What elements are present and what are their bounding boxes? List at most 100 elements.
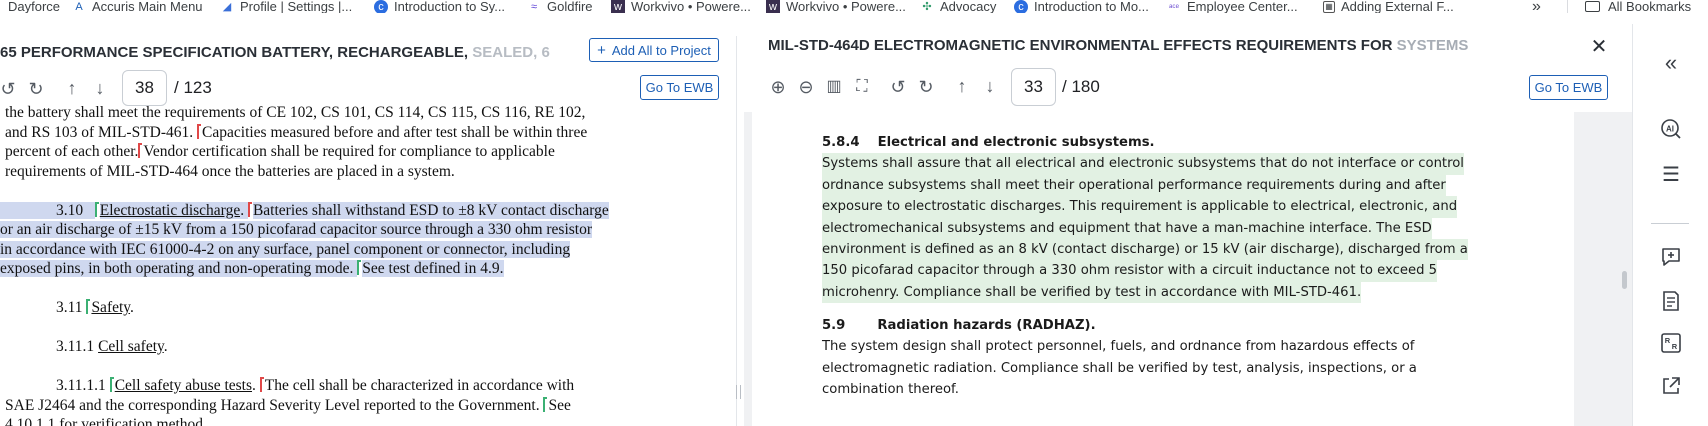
- right-page-input[interactable]: 33: [1011, 68, 1056, 106]
- red-flag-icon[interactable]: [259, 377, 264, 392]
- bookmark-intro-mo[interactable]: c Introduction to Mo...: [1014, 0, 1149, 13]
- bookmark-intro-sy[interactable]: c Introduction to Sy...: [374, 0, 505, 13]
- collapse-panel-icon[interactable]: «: [1653, 50, 1689, 76]
- svg-text:R: R: [1672, 342, 1678, 351]
- rotate-left-icon[interactable]: ↺: [888, 78, 908, 96]
- rotate-left-icon[interactable]: ↺: [0, 80, 18, 98]
- doc-line: combination thereof.: [822, 382, 959, 398]
- add-all-to-project-button[interactable]: + Add All to Project: [589, 38, 719, 62]
- arrow-up-icon[interactable]: ↑: [952, 77, 972, 95]
- doc-text: exposed pins, in both operating and non-…: [0, 260, 358, 277]
- green-flag-icon[interactable]: [94, 201, 99, 217]
- red-flag-icon[interactable]: [138, 143, 143, 158]
- bookmark-employee-center[interactable]: ᵃᶜᵉ Employee Center...: [1167, 0, 1298, 13]
- arrow-down-icon[interactable]: ↓: [980, 77, 1000, 95]
- left-go-to-ewb-button[interactable]: Go To EWB: [640, 75, 719, 100]
- right-scrollbar[interactable]: [1622, 271, 1627, 289]
- document-notes-svg: [1663, 291, 1679, 311]
- zoom-in-icon[interactable]: ⊕: [768, 78, 788, 96]
- accuris-icon: A: [75, 0, 83, 13]
- add-all-label: Add All to Project: [611, 42, 711, 58]
- doc-line: the battery shall meet the requirements …: [5, 104, 586, 121]
- more-bookmarks-icon[interactable]: »: [1532, 0, 1541, 13]
- doc-line: exposed pins, in both operating and non-…: [0, 259, 504, 279]
- red-flag-icon[interactable]: [197, 123, 202, 139]
- green-flag-icon[interactable]: [109, 377, 114, 392]
- left-page-input[interactable]: 38: [122, 70, 167, 106]
- green-flag-icon[interactable]: [357, 260, 362, 275]
- highlighted-line: Systems shall assure that all electrical…: [822, 153, 1464, 175]
- doc-line: electromagnetic radiation. Compliance sh…: [822, 360, 1417, 376]
- bookmark-advocacy[interactable]: ✣ Advocacy: [920, 0, 996, 13]
- section-title: Radiation hazards (RADHAZ).: [877, 318, 1096, 333]
- bookmark-label: Profile | Settings |...: [240, 0, 353, 13]
- bookmark-workvivo-1[interactable]: w Workvivo • Powere...: [611, 0, 751, 13]
- list-icon[interactable]: ☰: [1653, 162, 1689, 188]
- doc-text: or an air discharge of ±15 kV from a 150…: [0, 221, 593, 238]
- close-icon[interactable]: ✕: [1588, 34, 1610, 59]
- doc-text: See: [548, 396, 571, 414]
- document-notes-icon[interactable]: [1653, 290, 1689, 316]
- rotate-right-icon[interactable]: ↻: [26, 80, 46, 98]
- bookmark-workvivo-2[interactable]: w Workvivo • Powere...: [766, 0, 906, 13]
- section-heading[interactable]: Cell safety: [98, 338, 164, 355]
- zoom-out-icon[interactable]: ⊖: [796, 78, 816, 96]
- section-heading[interactable]: Cell safety abuse tests: [115, 377, 252, 394]
- section-number: 3.11: [56, 299, 87, 316]
- right-panel-header: MIL-STD-464D ELECTROMAGNETIC ENVIRONMENT…: [744, 24, 1632, 112]
- bookmark-profile[interactable]: ◢ Profile | Settings |...: [220, 0, 352, 13]
- green-flag-icon[interactable]: [543, 396, 548, 412]
- right-document-page: 5.8.4 Electrical and electronic subsystem…: [752, 112, 1574, 426]
- sidebar-divider: [1651, 223, 1689, 224]
- bookmark-label: Advocacy: [940, 0, 997, 13]
- section-heading: 5.9 Radiation hazards (RADHAZ).: [822, 315, 1096, 336]
- doc-text: percent of each other.: [5, 143, 139, 160]
- doc-line: 3.11.1.1 Cell safety abuse tests. The ce…: [0, 376, 574, 396]
- bookmark-accuris[interactable]: A Accuris Main Menu: [72, 0, 202, 13]
- doc-line: 3.11 Safety.: [0, 298, 134, 318]
- highlighted-line: exposure to electrostatic discharges. Th…: [822, 196, 1458, 218]
- section-heading[interactable]: Electrostatic discharge: [99, 201, 241, 219]
- svg-text:R: R: [1665, 336, 1671, 345]
- doc-text: The cell shall be characterized in accor…: [264, 377, 575, 394]
- red-flag-icon[interactable]: [247, 201, 252, 217]
- export-icon[interactable]: [1653, 375, 1689, 401]
- plus-icon: +: [597, 41, 606, 59]
- section-number: 3.11.1: [56, 338, 99, 355]
- section-number: 3.11.1.1: [56, 377, 110, 394]
- highlighted-line: electromechanical subsystems and equipme…: [822, 217, 1432, 239]
- doc-line: The system design shall protect personne…: [822, 339, 1415, 355]
- green-flag-icon[interactable]: [86, 299, 91, 314]
- rotate-right-icon[interactable]: ↻: [916, 78, 936, 96]
- arrow-up-icon[interactable]: ↑: [62, 79, 82, 97]
- fullscreen-icon[interactable]: ⛶: [852, 78, 872, 96]
- section-heading[interactable]: Safety: [91, 299, 130, 316]
- employee-center-icon: ᵃᶜᵉ: [1169, 1, 1179, 12]
- left-title-faded: SEALED, 6: [468, 44, 550, 61]
- ai-assistant-icon[interactable]: AI: [1653, 118, 1689, 144]
- right-title-text: MIL-STD-464D ELECTROMAGNETIC ENVIRONMENT…: [768, 37, 1393, 54]
- all-bookmarks-button[interactable]: All Bookmarks: [1585, 0, 1691, 13]
- bookmark-goldfire[interactable]: ≈ Goldfire: [527, 0, 593, 13]
- doc-text: .: [240, 201, 248, 219]
- bookmark-label: Dayforce: [8, 0, 61, 13]
- doc-line: and RS 103 of MIL-STD-461. Capacities me…: [5, 123, 587, 143]
- requirements-icon[interactable]: RR: [1653, 332, 1689, 358]
- bookmarks-bar: Dayforce A Accuris Main Menu ◢ Profile |…: [0, 0, 1708, 13]
- arrow-down-icon[interactable]: ↓: [90, 79, 110, 97]
- workvivo-icon: w: [766, 0, 780, 13]
- highlighted-line: 150 picofarad capacitor through a 330 oh…: [822, 260, 1438, 282]
- right-document-title: MIL-STD-464D ELECTROMAGNETIC ENVIRONMENT…: [768, 37, 1468, 54]
- doc-text: Capacities measured before and after tes…: [202, 123, 588, 141]
- left-document-page: the battery shall meet the requirements …: [0, 104, 736, 426]
- tools-sidebar: « AI ☰ RR: [1632, 24, 1708, 426]
- folder-icon: [1585, 1, 1600, 12]
- panel-resize-handle[interactable]: [736, 385, 741, 399]
- course-icon: c: [1014, 0, 1028, 13]
- page-layout-icon[interactable]: ▥: [824, 78, 844, 96]
- comment-add-icon[interactable]: [1653, 246, 1689, 272]
- bookmark-dayforce[interactable]: Dayforce: [8, 0, 60, 13]
- bookmark-adding-external[interactable]: ▦ Adding External F...: [1323, 0, 1454, 13]
- right-go-to-ewb-button[interactable]: Go To EWB: [1529, 75, 1608, 100]
- section-number: 3.10: [0, 201, 84, 219]
